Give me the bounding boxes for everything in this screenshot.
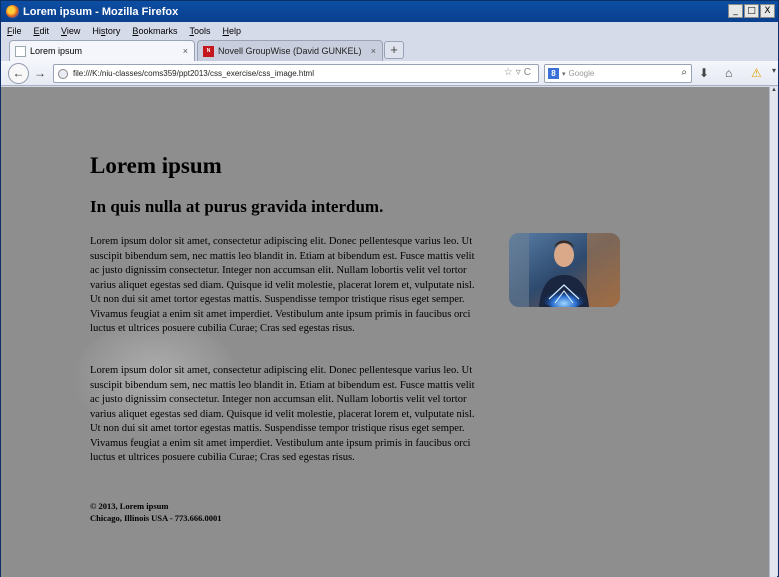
page-heading: Lorem ipsum [90,153,222,178]
google-icon[interactable]: 8 [548,68,559,79]
bookmark-star-icon[interactable]: ☆ [504,67,516,78]
tab-label: Novell GroupWise (David GUNKEL) [218,46,362,56]
url-bar[interactable]: file:///K:/niu-classes/coms359/ppt2013/c… [53,64,539,83]
menu-history[interactable]: History [86,26,126,36]
menu-tools[interactable]: Tools [183,26,216,36]
page-icon [15,45,26,57]
menu-view-label: View [61,25,81,36]
forward-button[interactable]: → [34,66,46,80]
close-tab-icon[interactable]: × [183,46,188,56]
footer-copyright: © 2013, Lorem ipsum [90,501,169,511]
search-icon[interactable]: ⌕ [681,67,687,78]
reload-icon[interactable]: C [524,67,534,78]
menu-file-label: File [7,25,22,36]
menu-edit[interactable]: Edit [28,26,56,36]
globe-icon [58,68,68,79]
download-icon[interactable]: ⬇ [699,66,709,80]
close-window-button[interactable]: X [760,4,775,18]
menu-bookmarks-label: Bookmarks [132,25,178,36]
page-content: Lorem ipsum In quis nulla at purus gravi… [1,87,770,577]
footer-address: Chicago, Illinois USA - 773.666.0001 [90,513,222,523]
menu-history-label: History [92,25,121,36]
paragraph-1: Lorem ipsum dolor sit amet, consectetur … [90,236,475,334]
url-bar-icons: ☆▿C [504,67,534,78]
menu-help-label: Help [222,25,241,36]
warning-icon[interactable]: ⚠ [751,66,762,80]
page-footer: © 2013, Lorem ipsum Chicago, Illinois US… [90,500,222,524]
toolbar-overflow-icon[interactable]: ▾ [772,66,776,75]
menu-bar: File Edit View History Bookmarks Tools H… [1,22,778,39]
window-title: Lorem ipsum - Mozilla Firefox [23,5,179,18]
dropdown-arrow-icon[interactable]: ▿ [516,67,524,78]
browser-window: Lorem ipsum - Mozilla Firefox _ □ X File… [0,0,779,577]
menu-help[interactable]: Help [216,26,247,36]
title-bar[interactable]: Lorem ipsum - Mozilla Firefox _ □ X [1,1,778,22]
close-tab-icon[interactable]: × [371,46,376,56]
tab-label: Lorem ipsum [30,46,83,56]
menu-file[interactable]: File [1,26,28,36]
paragraph-2: Lorem ipsum dolor sit amet, consectetur … [90,365,475,463]
arrow-left-icon: ← [12,66,25,80]
menu-view[interactable]: View [55,26,86,36]
back-button[interactable]: ← [8,63,29,84]
firefox-icon [6,5,19,18]
tab-strip: Lorem ipsum × N Novell GroupWise (David … [1,39,778,61]
menu-bookmarks[interactable]: Bookmarks [126,26,183,36]
scroll-up-icon[interactable]: ▲ [770,87,778,95]
search-placeholder: Google [568,69,595,78]
novell-icon: N [203,45,214,57]
menu-tools-label: Tools [189,25,211,36]
new-tab-button[interactable]: + [384,41,404,59]
portrait-photo-graphic [509,233,620,307]
search-bar[interactable]: 8 ▾ Google ⌕ [544,64,692,83]
arrow-right-icon: → [34,66,46,80]
window-controls: _ □ X [728,4,775,18]
portrait-image [509,233,620,307]
url-text: file:///K:/niu-classes/coms359/ppt2013/c… [73,69,314,78]
search-engine-dropdown-icon[interactable]: ▾ [562,70,566,78]
tab-lorem-ipsum[interactable]: Lorem ipsum × [9,40,195,61]
maximize-button[interactable]: □ [744,4,759,18]
navigation-toolbar: ← → file:///K:/niu-classes/coms359/ppt20… [1,61,778,86]
vertical-scrollbar[interactable]: ▲ [769,87,777,577]
minimize-button[interactable]: _ [728,4,743,18]
menu-edit-label: Edit [33,25,50,36]
page-subheading: In quis nulla at purus gravida interdum. [90,197,384,216]
tab-novell-groupwise[interactable]: N Novell GroupWise (David GUNKEL) × [197,40,383,61]
home-icon[interactable]: ⌂ [725,66,732,80]
